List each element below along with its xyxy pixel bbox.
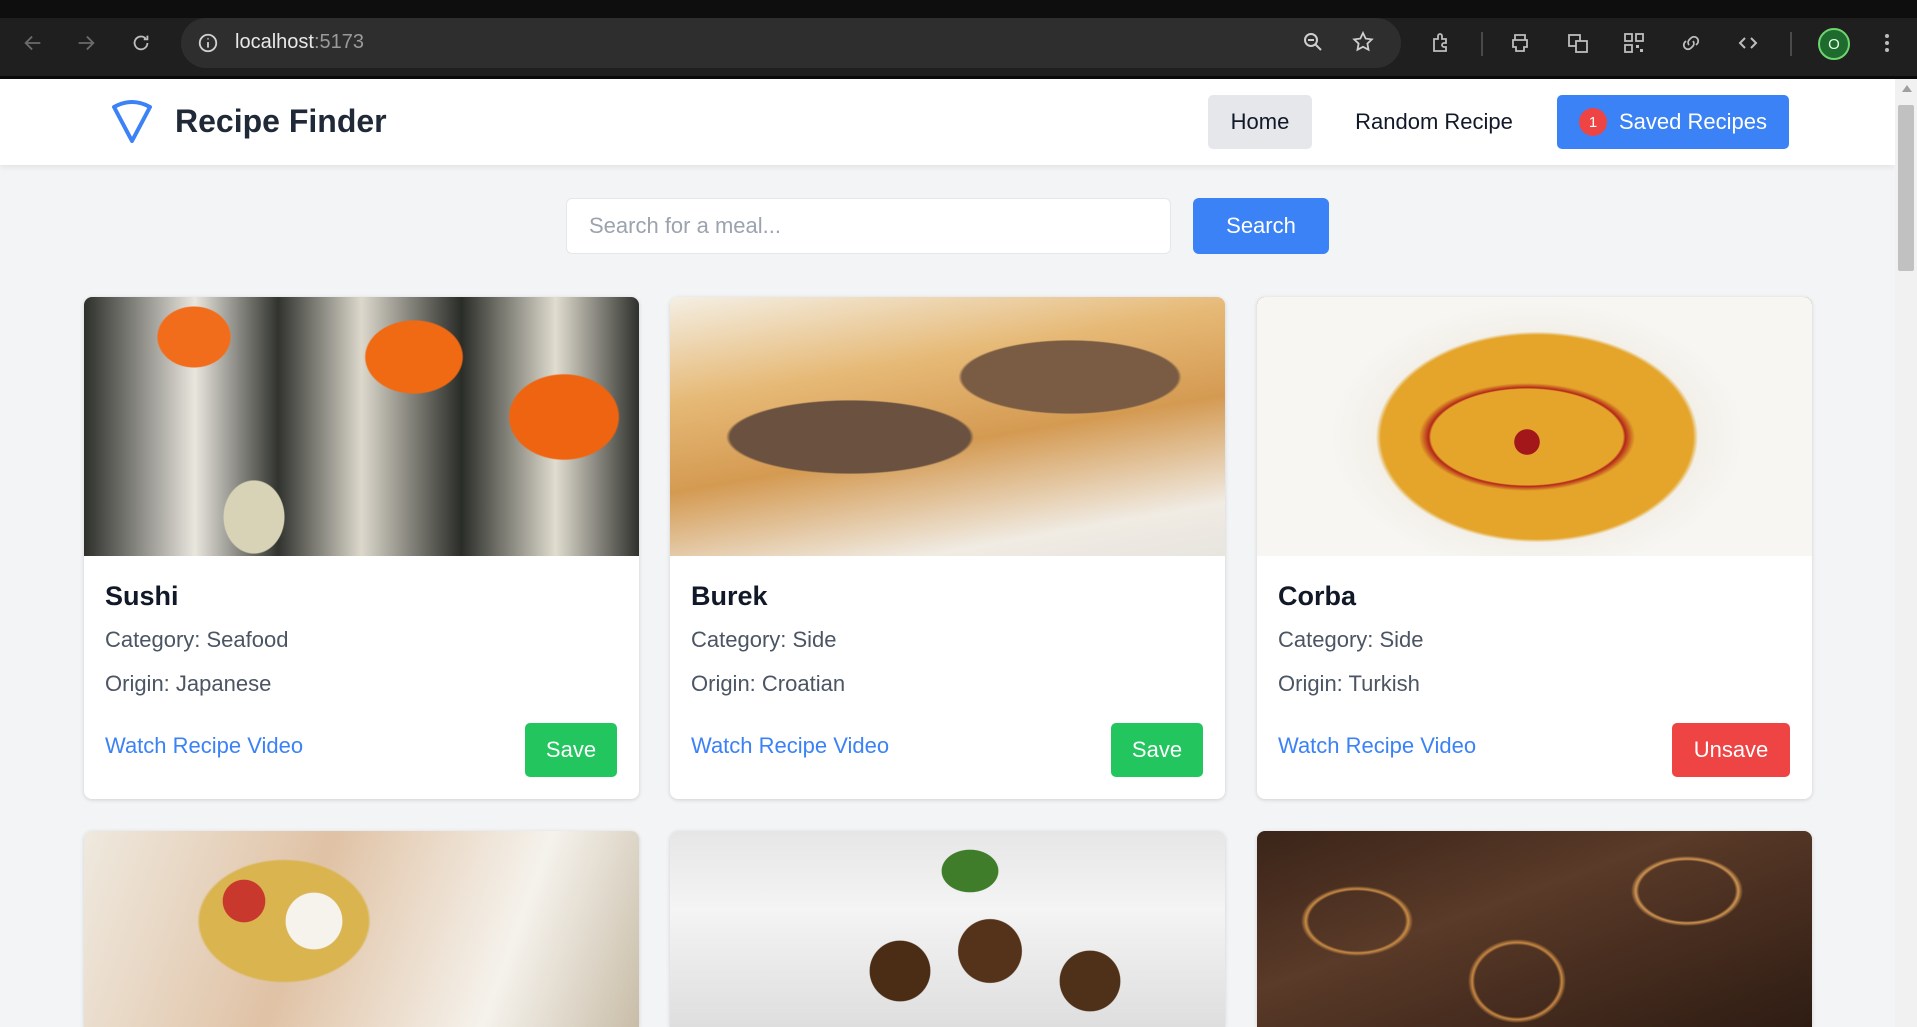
save-button[interactable]: Save <box>1111 723 1203 777</box>
site-info-icon[interactable] <box>195 30 221 56</box>
scroll-thumb[interactable] <box>1898 105 1914 271</box>
recipe-card: Sushi Category: Seafood Origin: Japanese… <box>84 297 639 799</box>
code-icon[interactable] <box>1731 26 1765 60</box>
nav-saved-recipes-button[interactable]: 1 Saved Recipes <box>1557 95 1789 149</box>
recipe-category: Category: Seafood <box>105 627 289 652</box>
address-bar[interactable]: localhost:5173 <box>181 18 1401 68</box>
recipe-title: Sushi <box>105 581 179 611</box>
toolbar-separator <box>1790 32 1792 56</box>
watch-video-link[interactable]: Watch Recipe Video <box>691 733 889 759</box>
forward-button[interactable] <box>69 26 103 60</box>
app-header: Recipe Finder Home Random Recipe 1 Saved… <box>0 79 1895 165</box>
recipe-title: Corba <box>1278 581 1357 611</box>
recipe-origin: Origin: Croatian <box>691 671 846 696</box>
nav-random-recipe-button[interactable]: Random Recipe <box>1340 95 1528 149</box>
url-port: :5173 <box>313 31 364 53</box>
translate-icon[interactable] <box>1561 26 1595 60</box>
recipe-title: Burek <box>691 581 768 611</box>
saved-recipes-label: Saved Recipes <box>1619 109 1767 134</box>
print-icon[interactable] <box>1503 26 1537 60</box>
recipe-category: Category: Side <box>691 627 837 652</box>
tab-strip <box>0 0 1917 18</box>
nav-home-button[interactable]: Home <box>1208 95 1312 149</box>
recipe-category: Category: Side <box>1278 627 1424 652</box>
recipe-origin: Origin: Japanese <box>105 671 272 696</box>
recipe-image <box>670 831 1225 1027</box>
recipe-card <box>1257 831 1812 1027</box>
recipe-card <box>84 831 639 1027</box>
recipe-image <box>1257 831 1812 1027</box>
profile-avatar[interactable]: O <box>1818 28 1850 60</box>
toolbar-separator <box>1481 32 1483 56</box>
bookmark-star-icon[interactable] <box>1351 30 1375 59</box>
arrow-left-icon <box>24 35 41 51</box>
recipe-origin: Origin: Turkish <box>1278 671 1420 696</box>
recipe-card: Corba Category: Side Origin: Turkish Wat… <box>1257 297 1812 799</box>
reload-icon <box>133 35 149 51</box>
link-icon[interactable] <box>1674 26 1708 60</box>
watch-video-link[interactable]: Watch Recipe Video <box>105 733 303 759</box>
url-host: localhost <box>235 31 314 53</box>
more-menu-icon[interactable] <box>1870 26 1904 60</box>
search-button[interactable]: Search <box>1193 198 1329 254</box>
scroll-up-arrow-icon[interactable] <box>1902 85 1912 92</box>
recipe-image-burek <box>670 297 1225 556</box>
save-button[interactable]: Save <box>525 723 617 777</box>
qr-code-icon[interactable] <box>1617 26 1651 60</box>
brand-title[interactable]: Recipe Finder <box>175 103 387 140</box>
saved-count-badge: 1 <box>1579 108 1607 136</box>
page-scrollbar[interactable] <box>1895 79 1917 1027</box>
arrow-right-icon <box>78 35 95 51</box>
unsave-button[interactable]: Unsave <box>1672 723 1790 777</box>
recipe-card: Burek Category: Side Origin: Croatian Wa… <box>670 297 1225 799</box>
reload-button[interactable] <box>124 26 158 60</box>
back-button[interactable] <box>16 26 50 60</box>
zoom-icon[interactable] <box>1301 30 1325 59</box>
url-text[interactable]: localhost:5173 <box>235 31 364 54</box>
recipe-image <box>84 831 639 1027</box>
recipe-image-corba <box>1257 297 1812 556</box>
recipe-card <box>670 831 1225 1027</box>
browser-toolbar: localhost:5173 O <box>0 0 1917 78</box>
search-input[interactable] <box>566 198 1171 254</box>
extensions-icon[interactable] <box>1424 26 1458 60</box>
recipe-image-sushi <box>84 297 639 556</box>
watch-video-link[interactable]: Watch Recipe Video <box>1278 733 1476 759</box>
logo-icon[interactable] <box>110 99 154 145</box>
